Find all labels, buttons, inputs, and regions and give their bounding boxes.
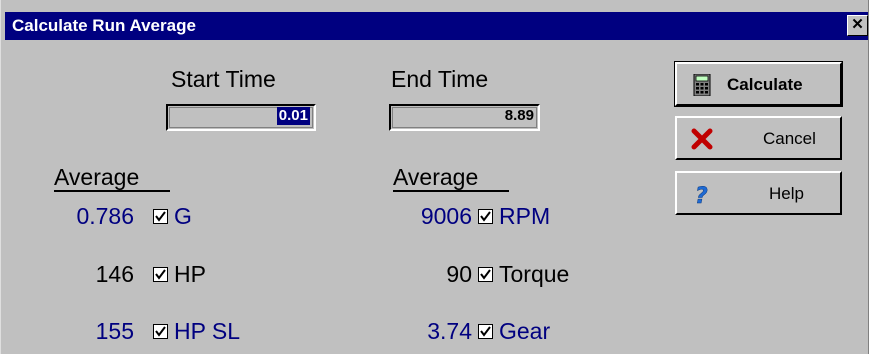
right-average-heading: Average (393, 164, 479, 190)
window-title: Calculate Run Average (12, 16, 196, 35)
left-average-underline (54, 190, 170, 192)
right-average-row-label: RPM (499, 203, 551, 229)
start-time-label: Start Time (171, 66, 276, 92)
right-average-row-value: 3.74 (427, 318, 472, 344)
question-mark-icon: ? (695, 184, 709, 205)
end-time-field[interactable]: 8.89 (389, 104, 540, 131)
checkmark-icon (155, 211, 166, 222)
start-time-field[interactable]: 0.01 (166, 104, 316, 131)
end-time-label: End Time (391, 66, 489, 92)
right-average-row-label: Gear (499, 318, 551, 344)
end-time-value: 8.89 (504, 107, 534, 124)
checkmark-icon (480, 269, 491, 280)
help-button[interactable]: ? Help (675, 171, 842, 215)
cancel-button[interactable]: Cancel (675, 116, 842, 160)
close-button[interactable]: ✕ (847, 15, 868, 36)
cancel-button-label: Cancel (763, 129, 816, 148)
left-average-row-checkbox[interactable] (153, 324, 168, 339)
left-average-row-checkbox[interactable] (153, 209, 168, 224)
left-average-row-value: 155 (95, 318, 134, 344)
right-average-row-label: Torque (499, 261, 570, 287)
right-average-row-checkbox[interactable] (478, 209, 493, 224)
right-average-row-value: 90 (446, 261, 472, 287)
left-average-row-checkbox[interactable] (153, 267, 168, 282)
calculate-button-label: Calculate (727, 75, 803, 94)
calculate-button[interactable]: Calculate (674, 61, 843, 107)
start-time-value: 0.01 (276, 107, 310, 125)
right-average-underline (393, 190, 509, 192)
help-button-label: Help (769, 184, 804, 203)
right-average-row-value: 9006 (420, 203, 472, 229)
left-average-row-value: 146 (95, 261, 134, 287)
right-average-row-checkbox[interactable] (478, 267, 493, 282)
checkmark-icon (155, 269, 166, 280)
left-average-heading: Average (54, 164, 140, 190)
left-average-row-label: G (174, 203, 192, 229)
left-average-row-value: 0.786 (76, 203, 134, 229)
right-average-row-checkbox[interactable] (478, 324, 493, 339)
title-bar[interactable]: Calculate Run Average ✕ (5, 12, 868, 40)
checkmark-icon (480, 211, 491, 222)
close-icon: ✕ (851, 16, 864, 33)
calculate-run-average-dialog: Calculate Run Average ✕ Start Time 0.01 … (0, 0, 869, 354)
red-x-icon (691, 128, 713, 150)
left-average-row-label: HP (174, 261, 206, 287)
checkmark-icon (155, 326, 166, 337)
left-average-row-label: HP SL (174, 318, 241, 344)
checkmark-icon (480, 326, 491, 337)
calculator-icon (693, 74, 711, 96)
svg-text:?: ? (695, 184, 708, 205)
